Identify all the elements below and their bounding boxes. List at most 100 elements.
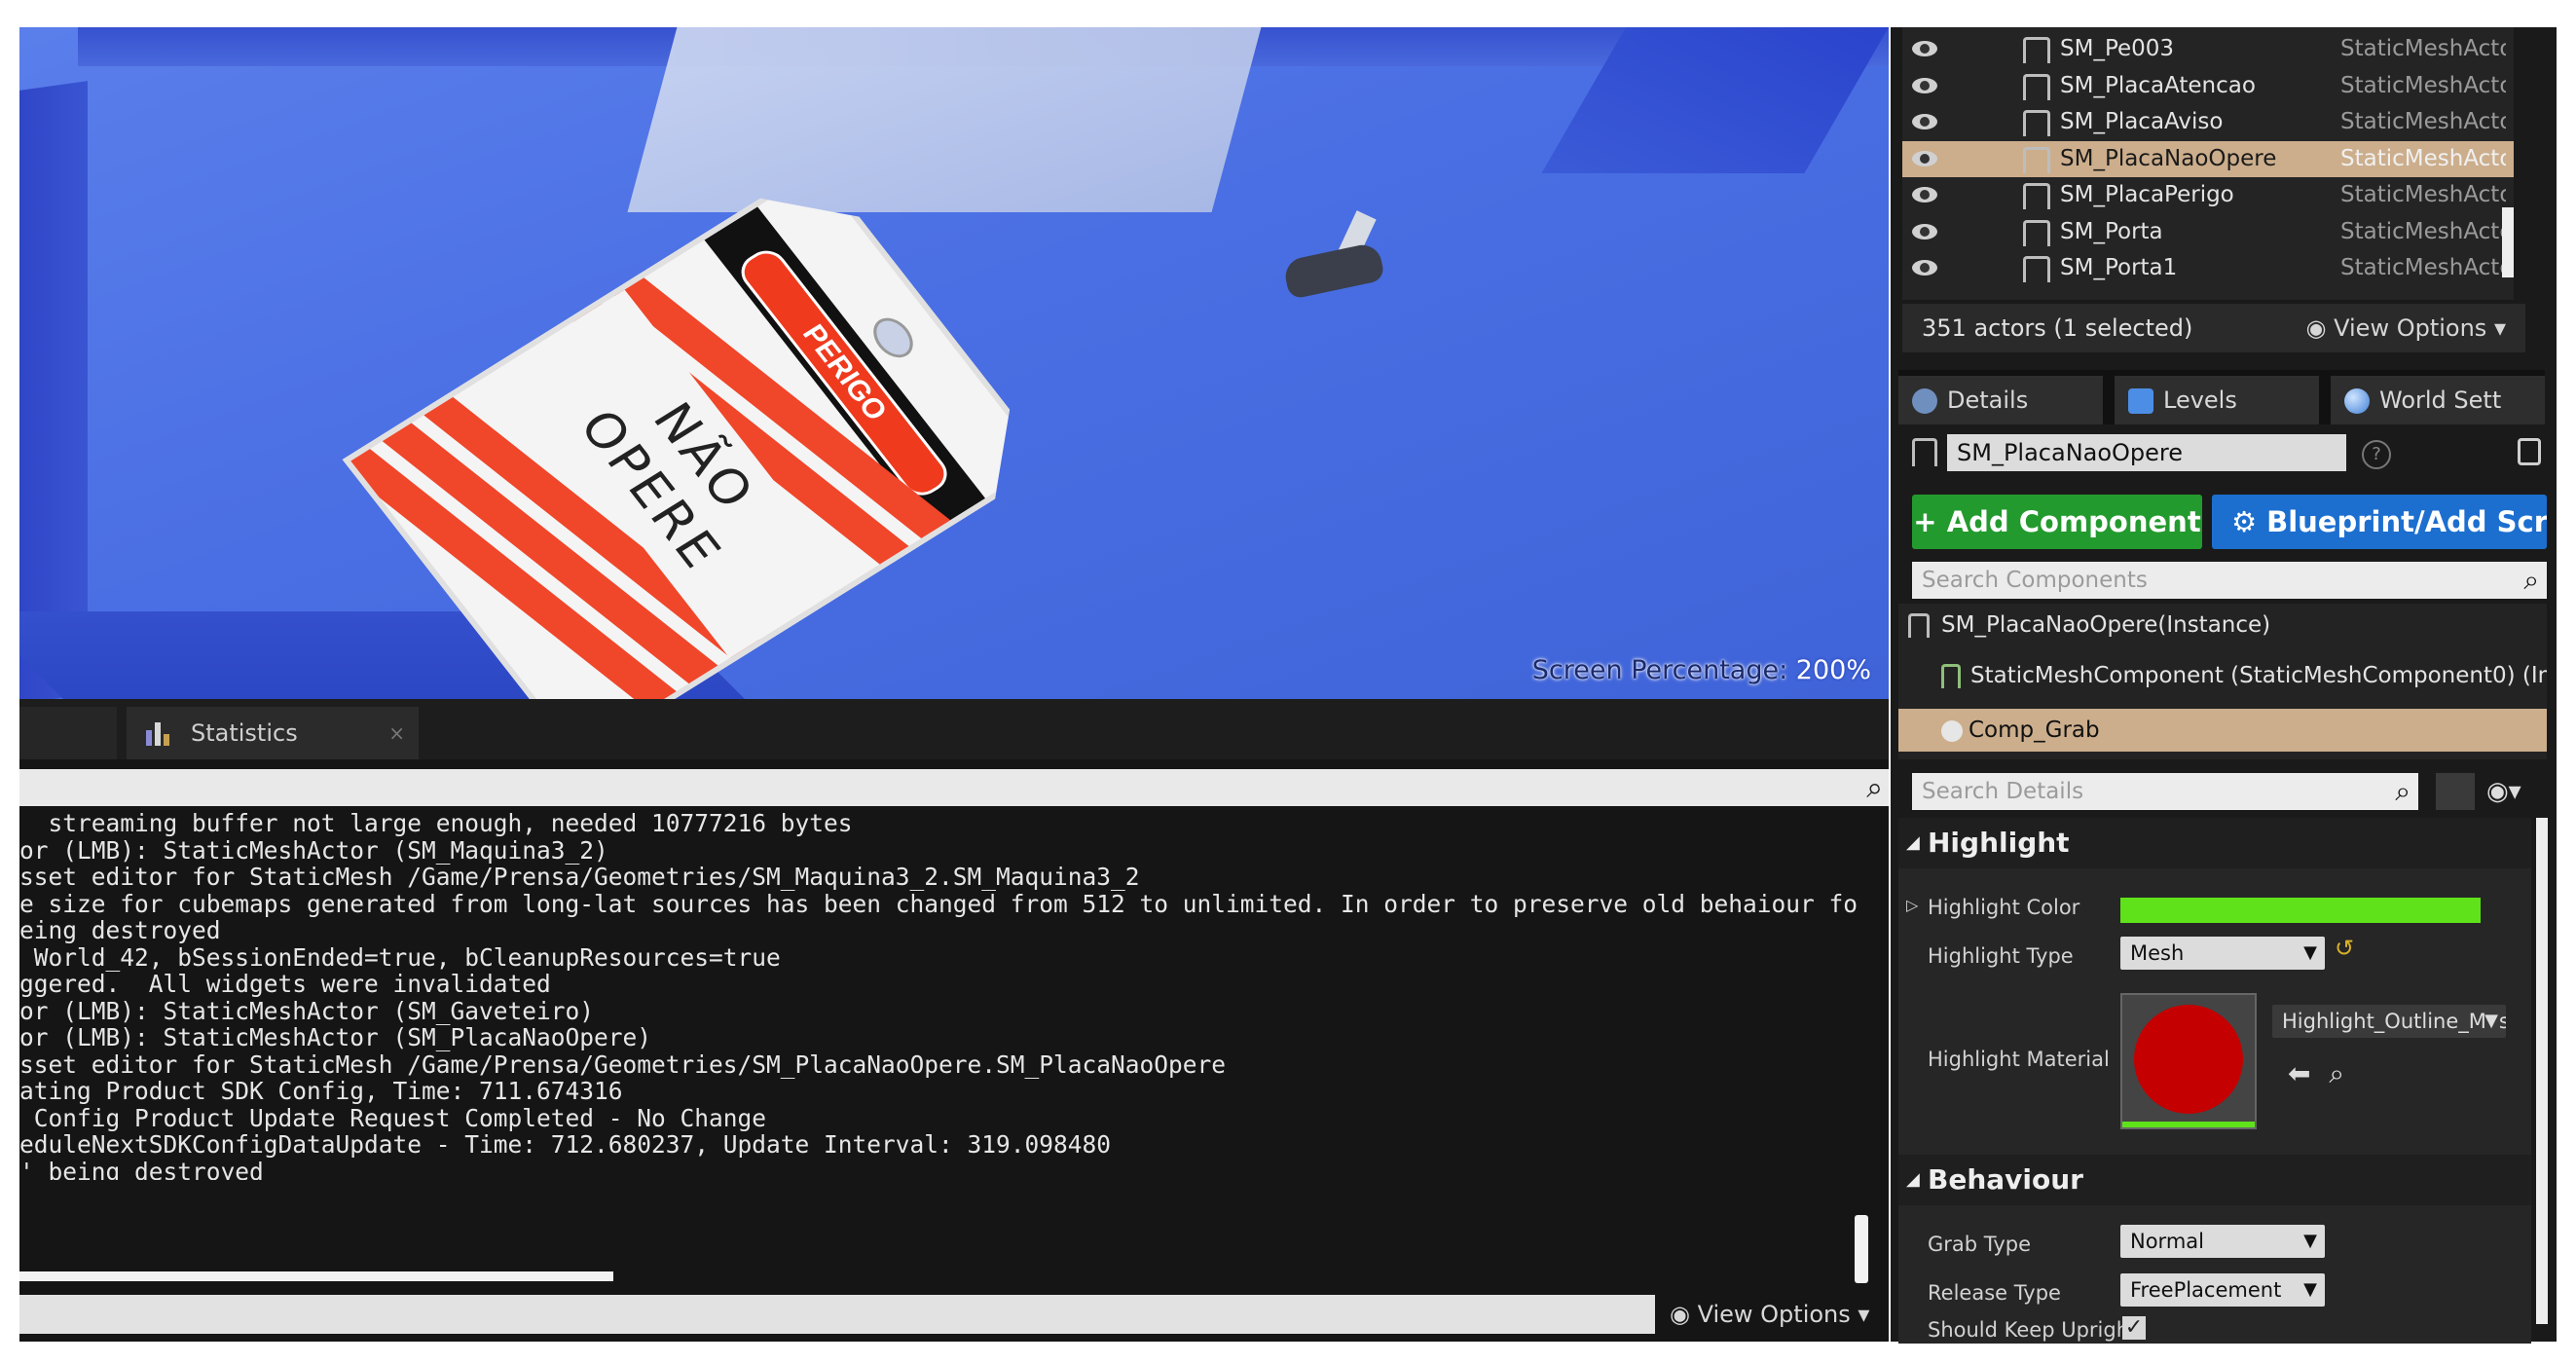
level-viewport[interactable]: PERIGO NÃO OPERE Screen Percentage: 200% [19,27,1889,699]
category-behaviour[interactable]: ◢ Behaviour [1898,1155,2531,1205]
eye-icon: ◉ [2305,314,2335,342]
use-selected-arrow-icon[interactable]: ⬅ [2288,1057,2310,1089]
outliner-scrollbar[interactable] [2502,207,2514,277]
world-outliner-list[interactable]: SM_Pe003 StaticMeshActor SM_PlacaAtencao St… [1902,27,2514,300]
highlight-color-label: Highlight Color [1928,896,2080,919]
log-search-input[interactable]: ⌕ [19,769,1889,806]
log-horizontal-scrollbar[interactable] [19,1271,613,1281]
component-row-staticmesh[interactable]: StaticMeshComponent (StaticMeshComponent… [1898,654,2547,697]
tray-rim-left [19,81,88,699]
log-line: or (LMB): StaticMeshActor (SM_Maquina3_2… [19,835,608,865]
actor-name-field[interactable]: SM_PlacaNaoOpere [1947,434,2346,471]
release-type-dropdown[interactable]: FreePlacement ▼ [2120,1273,2325,1307]
add-component-label: + Add Component [1913,505,2201,538]
collapse-arrow-icon: ◢ [1906,832,1920,853]
statistics-icon [146,722,169,746]
search-components-input[interactable]: Search Components ⌕ [1912,562,2547,599]
highlight-type-dropdown[interactable]: Mesh ▼ [2120,937,2325,970]
log-line: sset editor for StaticMesh /Game/Prensa/… [19,863,1140,891]
tab-details-label: Details [1947,387,2029,414]
highlight-type-value: Mesh [2130,941,2185,965]
search-details-input[interactable]: Search Details ⌕ [1912,773,2418,810]
tab-close-icon[interactable]: × [388,707,405,759]
property-matrix-button[interactable] [2436,773,2475,810]
details-view-options-button[interactable]: ◉▾ [2486,777,2521,806]
reset-to-default-icon[interactable]: ↺ [2335,935,2354,962]
actor-type: StaticMeshActor [2340,72,2506,98]
visibility-eye-icon[interactable] [1912,114,1937,129]
grab-type-dropdown[interactable]: Normal ▼ [2120,1225,2325,1258]
outliner-view-options-button[interactable]: ◉ View Options ▾ [2306,304,2506,352]
log-vertical-scrollbar[interactable] [1855,1215,1868,1283]
collapse-arrow-icon: ◢ [1906,1169,1920,1190]
console-command-input[interactable] [19,1295,1655,1334]
blueprint-add-script-button[interactable]: ⚙ Blueprint/Add Script [2212,495,2547,549]
chevron-down-icon: ▾ [1850,1301,1870,1328]
output-log-panel: Statistics × ⌕ streaming buffer not larg… [19,699,1889,1342]
actor-name: SM_Pe003 [2060,36,2175,61]
outliner-row[interactable]: SM_PlacaPerigo StaticMeshActor [1902,177,2514,213]
actor-name: SM_Porta1 [2060,255,2178,280]
visibility-eye-icon[interactable] [1912,223,1937,239]
tab-levels-label: Levels [2163,387,2237,414]
static-mesh-icon [1941,664,1961,688]
visibility-eye-icon[interactable] [1912,260,1937,276]
category-title: Highlight [1928,827,2070,859]
tab-world-settings[interactable]: World Sett [2331,376,2545,424]
material-thumbnail[interactable] [2120,993,2257,1129]
log-text: streaming buffer not large enough, neede… [19,810,1859,1180]
log-view-options-button[interactable]: ◉ View Options ▾ [1670,1295,1869,1334]
category-highlight[interactable]: ◢ Highlight [1898,818,2531,868]
chevron-down-icon: ▼ [2303,1231,2317,1251]
screen-percentage-label: Screen Percentage: [1531,655,1788,685]
highlight-material-dropdown[interactable]: Highlight_Outline_Mesh ▼ [2272,1005,2506,1038]
keep-upright-checkbox[interactable]: ✓ [2122,1316,2146,1340]
tab-output-log[interactable] [19,707,117,759]
actor-type: StaticMeshActor [2340,109,2506,134]
visibility-eye-icon[interactable] [1912,150,1937,166]
tab-levels[interactable]: Levels [2115,376,2319,424]
eye-icon: ◉ [1670,1301,1698,1328]
release-type-label: Release Type [1928,1281,2061,1305]
tab-statistics[interactable]: Statistics × [127,707,419,759]
search-icon: ⌕ [2395,775,2410,807]
outliner-row[interactable]: SM_Porta1 StaticMeshActor [1902,250,2514,286]
outliner-row[interactable]: SM_PlacaNaoOpere StaticMeshActor [1902,140,2514,177]
translucent-box [627,27,1262,212]
tab-details[interactable]: Details [1898,376,2103,424]
visibility-eye-icon[interactable] [1912,187,1937,203]
help-icon[interactable]: ? [2362,440,2391,469]
levels-icon [2128,388,2153,414]
keep-upright-label: Should Keep Upright [1928,1318,2138,1342]
view-options-label: View Options [2334,314,2487,342]
add-component-button[interactable]: + Add Component ▾ [1912,495,2202,593]
material-type-bar [2122,1122,2255,1127]
log-line: ' being destroyed [19,1157,264,1180]
component-row-comp-grab[interactable]: Comp_Grab [1898,709,2547,752]
material-asset-actions: ⬅ ⌕ [2288,1057,2344,1090]
expand-arrow-icon[interactable]: ▷ [1906,896,1918,914]
component-label: SM_PlacaNaoOpere(Instance) [1941,612,2271,638]
globe-icon [2344,388,2370,414]
actor-icon [1908,613,1930,638]
log-line: ating Product SDK Config, Time: 711.6743… [19,1077,623,1105]
outliner-row[interactable]: SM_Porta StaticMeshActor [1902,214,2514,250]
outliner-row[interactable]: SM_Pe003 StaticMeshActor [1902,31,2514,67]
components-tree[interactable]: SM_PlacaNaoOpere(Instance) StaticMeshCom… [1898,604,2547,759]
outliner-row[interactable]: SM_PlacaAviso StaticMeshActor [1902,104,2514,140]
component-row-instance[interactable]: SM_PlacaNaoOpere(Instance) [1898,604,2547,646]
outliner-row[interactable]: SM_PlacaAtencao StaticMeshActor [1902,68,2514,104]
browse-search-icon[interactable]: ⌕ [2329,1057,2344,1089]
grab-type-label: Grab Type [1928,1233,2032,1256]
search-components-placeholder: Search Components [1922,568,2148,593]
component-label: StaticMeshComponent (StaticMeshComponent… [1970,663,2547,688]
log-line: eing destroyed [19,916,221,944]
lock-icon[interactable] [2518,438,2541,465]
visibility-eye-icon[interactable] [1912,77,1937,93]
screen-percentage: Screen Percentage: 200% [1532,655,1871,685]
screen-percentage-value: 200% [1795,655,1871,685]
tab-statistics-label: Statistics [191,719,298,747]
visibility-eye-icon[interactable] [1912,41,1937,56]
details-scrollbar[interactable] [2536,818,2548,1324]
highlight-color-swatch[interactable] [2120,898,2481,923]
